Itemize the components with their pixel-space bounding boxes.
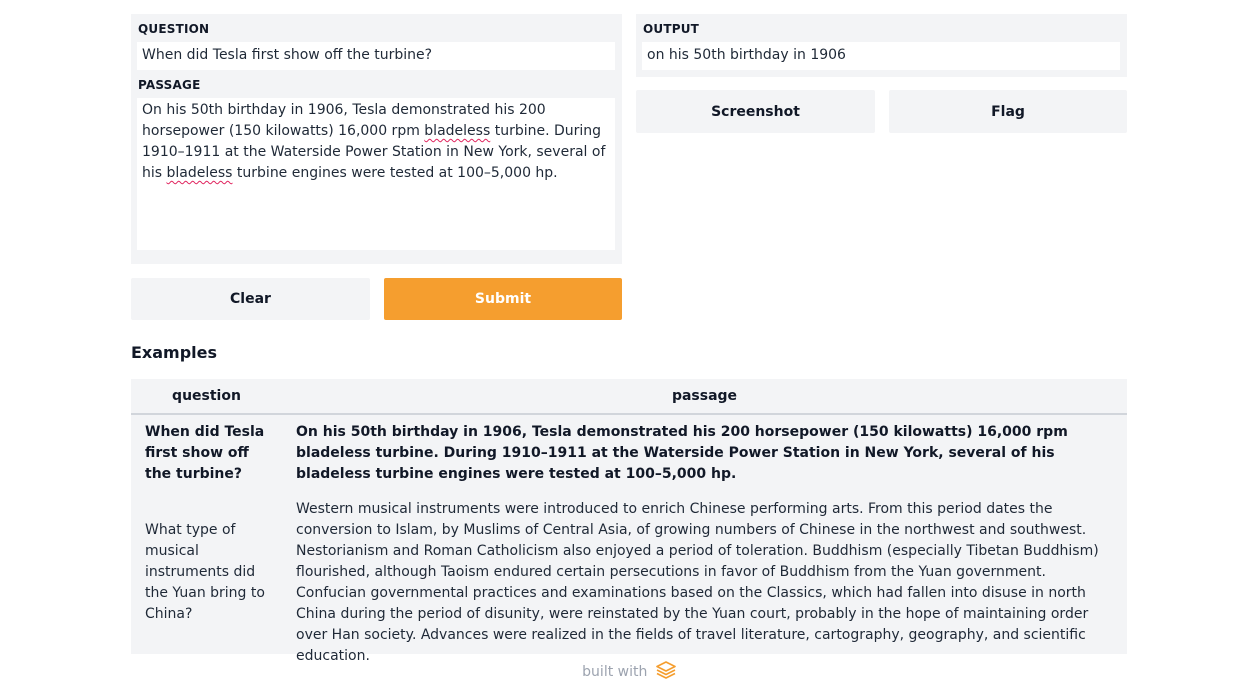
footer-text[interactable]: built with xyxy=(582,664,647,680)
spellcheck-word: bladeless xyxy=(166,165,233,181)
row-question: What type of musical instruments did the… xyxy=(145,522,265,622)
row-passage: Western musical instruments were introdu… xyxy=(296,501,1099,664)
submit-button[interactable]: Submit xyxy=(384,278,622,320)
spellcheck-word: bladeless xyxy=(424,123,491,139)
footer: built with xyxy=(0,661,1258,683)
output-textbox[interactable]: on his 50th birthday in 1906 xyxy=(642,42,1120,70)
examples-table: question passage When did Tesla first sh… xyxy=(131,379,1127,664)
question-input[interactable]: When did Tesla first show off the turbin… xyxy=(137,42,615,70)
row-passage: On his 50th birthday in 1906, Tesla demo… xyxy=(296,424,1068,482)
question-input-value: When did Tesla first show off the turbin… xyxy=(142,47,433,63)
examples-title: Examples xyxy=(131,343,218,362)
passage-text-part: turbine engines were tested at 100–5,000… xyxy=(232,165,558,181)
passage-textarea[interactable]: On his 50th birthday in 1906, Tesla demo… xyxy=(137,98,615,250)
clear-button[interactable]: Clear xyxy=(131,278,370,320)
output-value: on his 50th birthday in 1906 xyxy=(647,47,846,63)
flag-button[interactable]: Flag xyxy=(889,90,1127,133)
examples-table-header: question passage xyxy=(131,379,1127,415)
output-label: OUTPUT xyxy=(643,22,700,36)
passage-label: PASSAGE xyxy=(138,78,201,92)
gradio-logo-icon[interactable] xyxy=(656,661,676,683)
header-question: question xyxy=(172,388,241,404)
row-question: When did Tesla first show off the turbin… xyxy=(145,424,265,482)
header-passage: passage xyxy=(671,388,738,404)
screenshot-button[interactable]: Screenshot xyxy=(636,90,875,133)
question-label: QUESTION xyxy=(138,22,210,36)
